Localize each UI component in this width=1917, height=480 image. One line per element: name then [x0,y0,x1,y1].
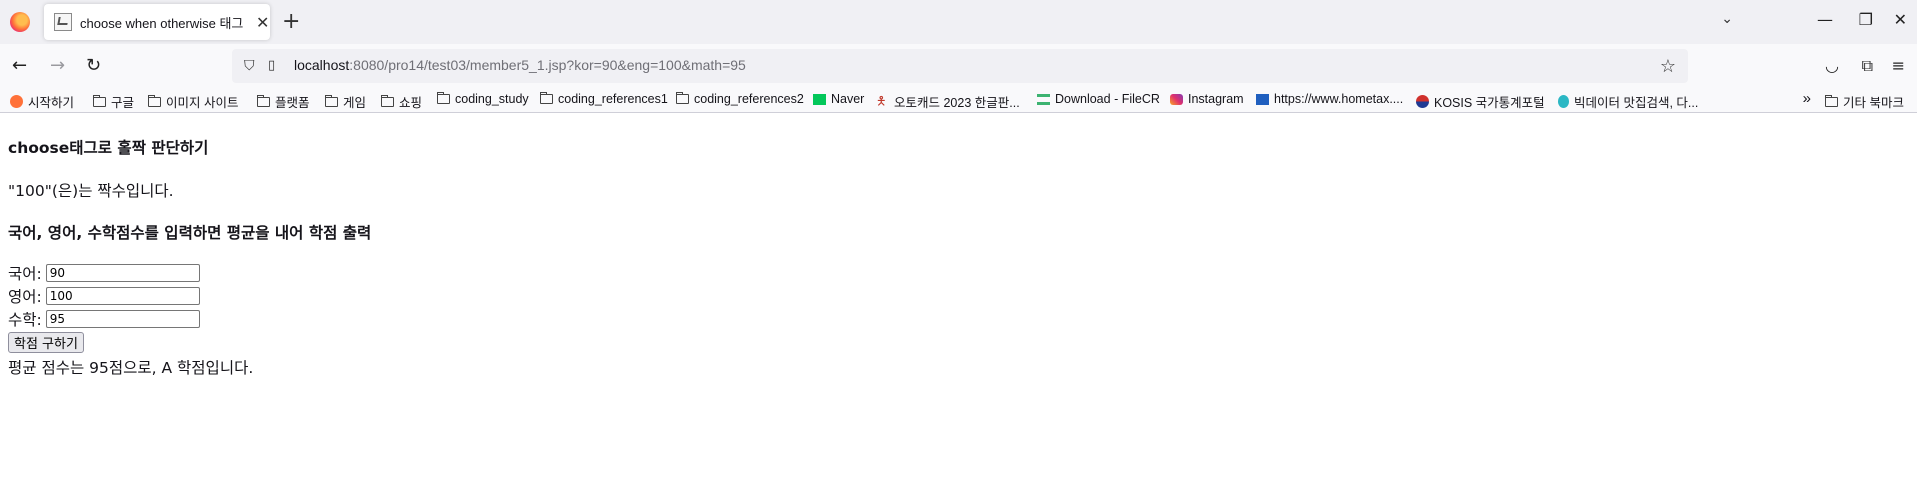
bookmark-folder[interactable]: coding_references2 [676,92,804,106]
url-bar[interactable]: ⛉ ▯ localhost:8080/pro14/test03/member5_… [232,49,1688,83]
korean-row: 국어: [8,262,200,284]
choose-heading: choose태그로 홀짝 판단하기 [8,139,209,157]
active-tab[interactable]: choose when otherwise 태그 ✕ [44,4,270,40]
minimize-icon[interactable]: — [1817,10,1833,29]
calculate-grade-button[interactable]: 학점 구하기 [8,332,84,353]
firefox-icon [10,95,23,108]
new-tab-icon[interactable]: + [282,9,300,34]
folder-icon [257,94,270,107]
math-label: 수학: [8,311,42,329]
pocket-icon[interactable]: ◡ [1825,56,1839,75]
forward-icon[interactable]: → [50,55,65,76]
bookmark-label: Naver [831,92,865,106]
english-row: 영어: [8,285,200,307]
bookmark-label: 시작하기 [28,96,75,110]
url-text[interactable]: localhost:8080/pro14/test03/member5_1.js… [294,57,746,73]
folder-icon [93,94,106,107]
close-tab-icon[interactable]: ✕ [256,13,269,32]
bookmark-folder[interactable]: 쇼핑 [381,92,422,111]
folder-icon [325,94,338,107]
folder-icon [381,94,394,107]
bookmark-label: KOSIS 국가통계포털 [1434,96,1545,110]
tab-strip: choose when otherwise 태그 ✕ + ⌄ — ❐ ✕ [0,0,1917,44]
bookmark-label: 게임 [343,96,367,110]
restore-icon[interactable]: ❐ [1859,10,1873,29]
bookmark-label: coding_study [455,92,529,106]
bookmark-item[interactable]: https://www.hometax.... [1256,92,1403,106]
bookmark-label: 쇼핑 [399,96,423,110]
folder-icon [540,92,553,104]
nav-bar: ← → ↻ ⛉ ▯ localhost:8080/pro14/test03/me… [0,44,1917,88]
parity-result: "100"(은)는 짝수입니다. [8,182,174,200]
bookmark-label: coding_references1 [558,92,668,106]
bookmarks-toolbar: 시작하기 구글 이미지 사이트 플랫폼 게임 쇼핑 coding_study c… [0,88,1917,113]
math-input[interactable] [45,310,200,328]
menu-icon[interactable]: ≡ [1892,56,1905,75]
bookmark-label: 이미지 사이트 [166,96,239,110]
chevron-double-right-icon[interactable]: » [1803,90,1811,107]
shield-icon[interactable]: ⛉ [244,58,255,74]
bookmark-folder[interactable]: 플랫폼 [257,92,310,111]
bookmark-label: 기타 북마크 [1843,96,1904,110]
reload-icon[interactable]: ↻ [86,55,101,76]
folder-icon [1825,94,1838,107]
back-icon[interactable]: ← [12,55,27,76]
bookmark-item[interactable]: 🯅 오토캐드 2023 한글판... [876,92,1020,111]
bookmark-folder[interactable]: 기타 북마크 [1825,92,1904,111]
naver-icon [813,93,826,105]
url-path: :8080/pro14/test03/member5_1.jsp?kor=90&… [349,57,746,73]
bookmark-item[interactable]: Download - FileCR [1037,92,1160,106]
bookmark-folder[interactable]: 구글 [93,92,134,111]
firefox-menu-icon[interactable] [10,12,30,32]
bookmark-folder[interactable]: 이미지 사이트 [148,92,238,111]
english-label: 영어: [8,288,42,306]
bookmark-label: 오토캐드 2023 한글판... [894,96,1020,110]
hometax-icon [1256,93,1269,105]
bookmark-label: 빅데이터 맛집검색, 다... [1574,96,1699,110]
bookmark-label: Instagram [1188,92,1244,106]
bookmark-item[interactable]: 시작하기 [10,92,74,111]
bookmark-label: 플랫폼 [275,96,310,110]
folder-icon [676,92,689,104]
extensions-icon[interactable]: ⧉ [1862,56,1873,76]
bookmark-item[interactable]: Naver [813,92,864,106]
page-favicon-icon [54,13,72,31]
korean-input[interactable] [45,264,200,282]
bookmark-label: https://www.hometax.... [1274,92,1404,106]
bigdata-icon [1558,95,1569,108]
person-icon: 🯅 [876,94,887,108]
bookmark-item[interactable]: Instagram [1170,92,1244,106]
grade-heading: 국어, 영어, 수학점수를 입력하면 평균을 내어 학점 출력 [8,224,372,242]
english-input[interactable] [45,287,200,305]
page-info-icon[interactable]: ▯ [268,58,275,73]
bookmark-label: 구글 [111,96,135,110]
folder-icon [148,94,161,107]
bookmark-folder[interactable]: 게임 [325,92,366,111]
kosis-icon [1416,95,1429,108]
filecr-icon [1037,93,1050,105]
chevron-down-icon[interactable]: ⌄ [1721,11,1733,27]
bookmark-star-icon[interactable]: ☆ [1660,56,1676,77]
bookmark-label: Download - FileCR [1055,92,1160,106]
average-result: 평균 점수는 95점으로, A 학점입니다. [8,359,254,377]
close-window-icon[interactable]: ✕ [1894,10,1907,29]
bookmark-folder[interactable]: coding_study [437,92,529,106]
instagram-icon [1170,93,1183,105]
folder-icon [437,92,450,104]
url-host: localhost [294,57,350,73]
bookmark-item[interactable]: 빅데이터 맛집검색, 다... [1558,92,1698,111]
math-row: 수학: [8,308,200,330]
bookmark-folder[interactable]: coding_references1 [540,92,668,106]
bookmark-label: coding_references2 [694,92,804,106]
tab-title: choose when otherwise 태그 [80,15,244,31]
korean-label: 국어: [8,265,42,283]
bookmark-item[interactable]: KOSIS 국가통계포털 [1416,92,1545,111]
